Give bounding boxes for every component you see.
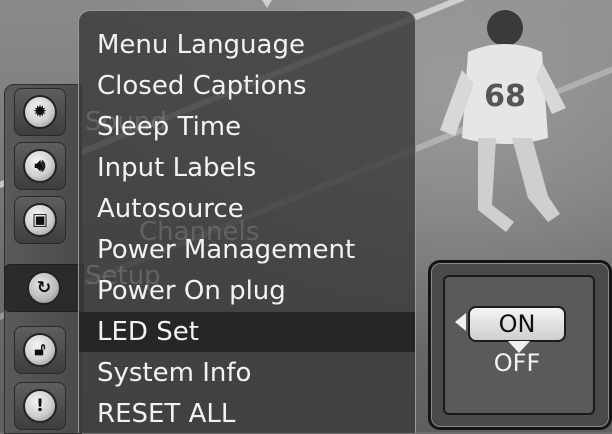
option-off[interactable]: OFF <box>470 348 564 378</box>
arrow-left-icon[interactable] <box>455 313 466 331</box>
jersey-number: 68 <box>484 79 526 114</box>
sidebar-item-channels[interactable]: ▣ <box>14 196 66 244</box>
menu-item-system-info[interactable]: System Info <box>97 353 251 393</box>
menu-item-sleep-time[interactable]: Sleep Time <box>97 107 241 147</box>
sidebar-item-help[interactable]: ! <box>14 382 66 430</box>
menu-item-closed-captions[interactable]: Closed Captions <box>97 66 307 106</box>
sidebar-item-sound[interactable]: 🔊︎ <box>14 142 66 190</box>
sidebar-item-setup[interactable]: ↻ <box>4 264 84 312</box>
sound-icon: 🔊︎ <box>23 149 57 183</box>
menu-item-autosource[interactable]: Autosource <box>97 189 244 229</box>
sidebar-item-picture[interactable]: ✹ <box>14 88 66 136</box>
help-icon: ! <box>23 389 57 423</box>
option-on-button[interactable]: ON <box>468 306 566 342</box>
menu-item-reset-all[interactable]: RESET ALL <box>97 394 235 434</box>
setup-icon: ↻ <box>27 271 61 305</box>
menu-item-input-labels[interactable]: Input Labels <box>97 148 256 188</box>
picture-icon: ✹ <box>23 95 57 129</box>
lock-icon: 🔓︎ <box>23 333 57 367</box>
setup-menu-panel: Sound Channels Setup Menu Language Close… <box>78 10 416 433</box>
pointer-arrow-icon <box>262 0 272 8</box>
menu-item-led-set[interactable]: LED Set <box>79 312 415 352</box>
tv-channels-icon: ▣ <box>23 203 57 237</box>
menu-item-power-on-plug[interactable]: Power On plug <box>97 271 286 311</box>
menu-item-menu-language[interactable]: Menu Language <box>97 25 305 65</box>
menu-item-power-management[interactable]: Power Management <box>97 230 355 270</box>
sidebar-item-lock[interactable]: 🔓︎ <box>14 326 66 374</box>
